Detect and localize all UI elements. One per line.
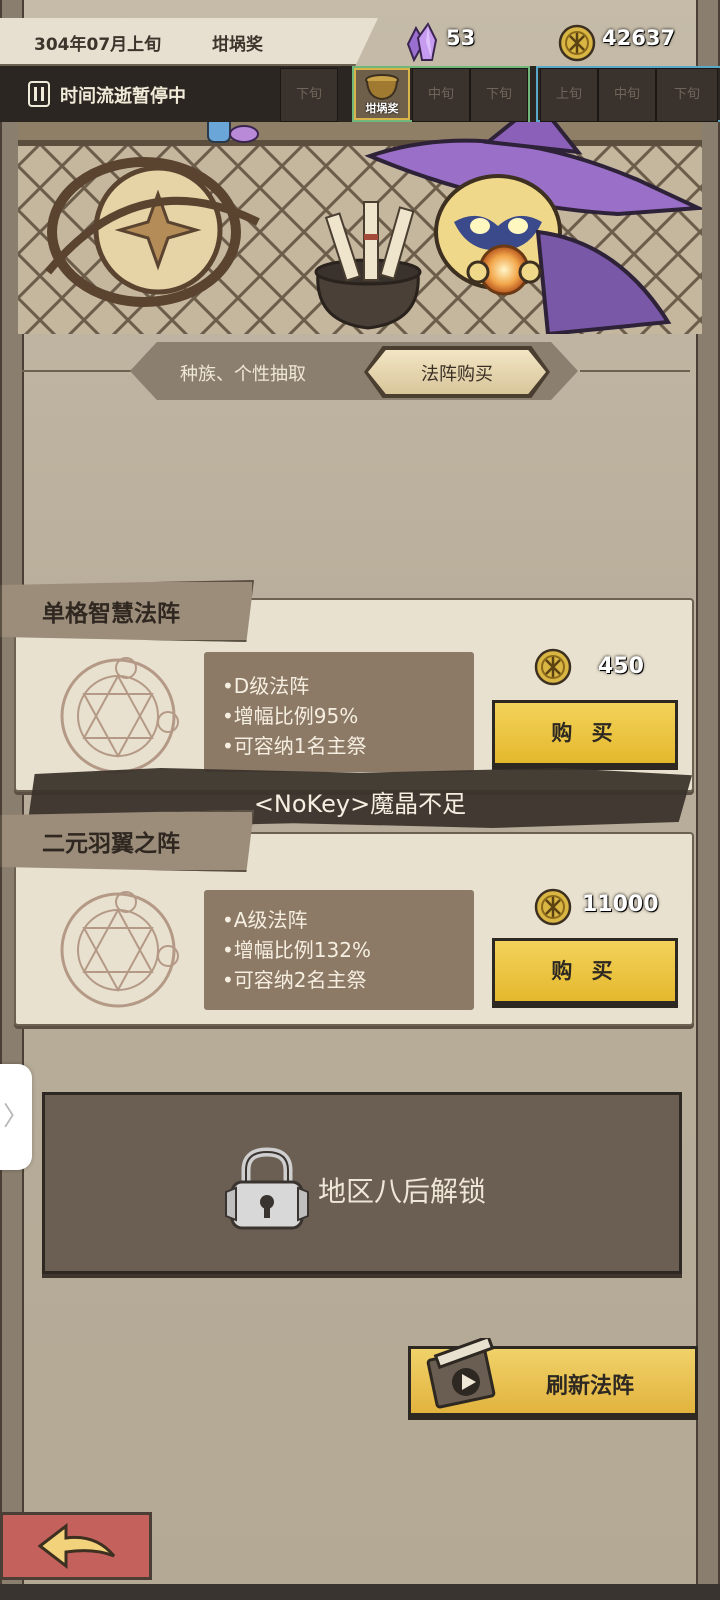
buy-button[interactable]: 购 买 — [492, 938, 678, 1004]
refresh-arrays-label: 刷新法阵 — [546, 1374, 635, 1399]
tab-race-trait-draw[interactable]: 种族、个性抽取 — [180, 360, 306, 386]
array-name: 单格智慧法阵 — [42, 601, 180, 627]
array-price: 11000 — [582, 892, 659, 917]
tab-ornament-right — [580, 370, 690, 372]
time-slot[interactable]: 下旬 — [470, 68, 528, 122]
pause-icon[interactable] — [28, 80, 50, 108]
time-slot-current-label: 坩埚奖 — [365, 102, 399, 115]
side-drawer-handle[interactable]: 〉 — [0, 1064, 32, 1170]
time-slot[interactable]: 中旬 — [598, 68, 656, 122]
array-boost: •增幅比例132% — [222, 938, 371, 962]
array-capacity: •可容纳1名主祭 — [222, 734, 367, 758]
game-date: 304年07月上旬 — [34, 35, 162, 55]
gold-coin-icon — [534, 888, 572, 926]
tab-ornament-left — [22, 370, 132, 372]
time-status: 时间流逝暂停中 — [60, 86, 186, 107]
array-capacity: •可容纳2名主祭 — [222, 968, 367, 992]
bottom-strip — [0, 1584, 720, 1600]
padlock-icon — [225, 1147, 309, 1230]
unlock-hint: 地区八后解锁 — [318, 1175, 487, 1208]
witch-shop-scene — [18, 122, 702, 334]
tab-array-purchase-label: 法阵购买 — [421, 364, 493, 385]
magic-circle-icon — [60, 657, 179, 774]
buy-button[interactable]: 购 买 — [492, 700, 678, 766]
time-slot[interactable]: 下旬 — [656, 68, 718, 122]
magic-circle-icon — [60, 891, 179, 1008]
gold-coin-icon — [558, 24, 596, 62]
shop-illustration — [18, 122, 702, 334]
time-slot[interactable]: 下旬 — [280, 68, 338, 122]
crystal-icon — [406, 22, 438, 62]
video-ad-icon — [426, 1338, 496, 1409]
gold-count: 42637 — [602, 26, 676, 50]
time-slot[interactable]: 中旬 — [412, 68, 470, 122]
array-price: 450 — [598, 654, 644, 679]
array-grade: •A级法阵 — [222, 908, 308, 932]
gold-coin-icon — [534, 648, 572, 686]
array-grade: •D级法阵 — [222, 674, 310, 698]
crystal-count: 53 — [446, 26, 476, 50]
array-boost: •增幅比例95% — [222, 704, 359, 728]
cauldron-icon — [365, 74, 399, 101]
back-arrow-icon — [37, 1522, 116, 1570]
award-label: 坩埚奖 — [212, 35, 263, 55]
array-name: 二元羽翼之阵 — [42, 831, 180, 857]
time-slot[interactable]: 上旬 — [540, 68, 598, 122]
